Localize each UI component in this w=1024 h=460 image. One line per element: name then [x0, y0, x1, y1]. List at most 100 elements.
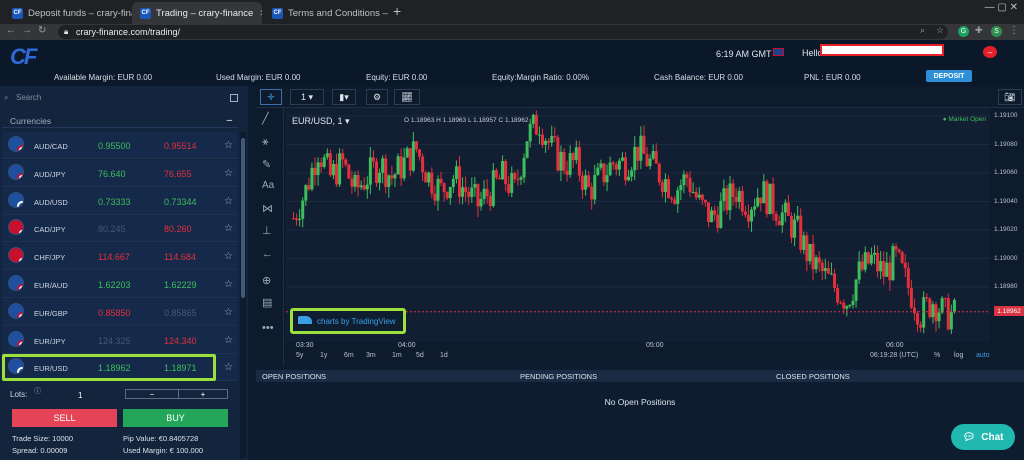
deposit-button[interactable]: DEPOSIT [926, 70, 972, 82]
close-icon[interactable]: ✕ [259, 8, 262, 19]
window-controls[interactable]: — ▢ ✕ [985, 2, 1018, 13]
bid-price[interactable]: 124.325 [98, 336, 131, 346]
ask-price[interactable]: 0.95514 [164, 141, 197, 151]
interval-select[interactable]: 1 ▾ [290, 89, 324, 105]
measure-icon[interactable]: ⊥ [262, 224, 272, 237]
chart-log[interactable]: log [954, 352, 963, 359]
tab-open-positions[interactable]: OPEN POSITIONS [262, 372, 326, 381]
range-1d[interactable]: 1d [440, 352, 448, 359]
list-item-aud-cad[interactable]: AUD/CAD 0.95500 0.95514 ☆ [2, 132, 238, 159]
star-icon[interactable]: ☆ [224, 362, 233, 373]
lots-increase-button[interactable]: + [178, 389, 228, 399]
extension-icon[interactable]: G [958, 26, 969, 37]
browser-tab-deposit[interactable]: CFDeposit funds – crary-finar✕ [4, 2, 132, 24]
star-icon[interactable]: ☆ [224, 140, 233, 151]
gear-icon[interactable]: ⚙ [366, 89, 388, 105]
search-input[interactable]: ⌕ Search [2, 90, 242, 106]
forward-icon[interactable]: → [22, 25, 32, 36]
ask-price[interactable]: 0.85865 [164, 308, 197, 318]
more-icon[interactable]: ••• [262, 322, 274, 334]
star-icon[interactable]: ☆ [224, 196, 233, 207]
checkbox-icon[interactable] [230, 94, 238, 102]
indicators-icon[interactable]: 📈︎ [394, 89, 420, 105]
brush-icon[interactable]: ✎ [262, 158, 271, 171]
chart-percent[interactable]: % [934, 352, 940, 359]
bid-price[interactable]: 1.62203 [98, 280, 131, 290]
range-1m[interactable]: 1m [392, 352, 402, 359]
range-1y[interactable]: 1y [320, 352, 327, 359]
list-item-aud-usd[interactable]: AUD/USD 0.73333 0.73344 ☆ [2, 187, 238, 215]
range-5y[interactable]: 5y [296, 352, 303, 359]
chart-symbol-label[interactable]: EUR/USD, 1 ▾ [292, 116, 350, 127]
range-6m[interactable]: 6m [344, 352, 354, 359]
text-icon[interactable]: Aa [262, 180, 274, 191]
bid-price[interactable]: 76.640 [98, 169, 126, 179]
back-icon[interactable]: ← [6, 25, 16, 36]
browser-tab-terms[interactable]: CFTerms and Conditions – c✕ [264, 2, 390, 24]
list-item-chf-jpy[interactable]: CHF/JPY 114.667 114.684 ☆ [2, 243, 238, 271]
bid-price[interactable]: 0.95500 [98, 141, 131, 151]
ask-price[interactable]: 1.62229 [164, 280, 197, 290]
logo[interactable]: CF [10, 44, 37, 70]
puzzle-icon[interactable]: ✚ [975, 25, 983, 36]
star-icon[interactable]: ☆ [224, 251, 233, 262]
ask-price[interactable]: 80.260 [164, 224, 192, 234]
buy-button[interactable]: BUY [123, 409, 228, 427]
list-item-eur-gbp[interactable]: EUR/GBP 0.85850 0.85865 ☆ [2, 298, 238, 326]
chart-auto[interactable]: auto [976, 352, 990, 359]
star-icon[interactable]: ☆ [224, 335, 233, 346]
zoom-icon[interactable]: ⊕ [262, 274, 271, 287]
crosshair-icon[interactable]: ✛ [260, 89, 282, 105]
tab-pending-positions[interactable]: PENDING POSITIONS [520, 372, 597, 381]
lots-decrease-button[interactable]: − [125, 389, 179, 399]
candle-body [384, 158, 388, 187]
new-tab-button[interactable]: + [393, 3, 401, 19]
bid-price[interactable]: 0.85850 [98, 308, 131, 318]
browser-tab-trading[interactable]: CF Trading – crary-finance ✕ [132, 2, 262, 24]
uk-flag-icon[interactable] [773, 48, 784, 56]
chat-button[interactable]: 💬︎ Chat [951, 424, 1015, 450]
collapse-icon[interactable]: – [226, 114, 232, 128]
camera-icon[interactable]: 📷︎ [998, 89, 1022, 105]
list-item-eur-jpy[interactable]: EUR/JPY 124.325 124.340 ☆ [2, 326, 238, 354]
info-icon[interactable]: ⓘ [34, 386, 41, 396]
bid-price[interactable]: 80.245 [98, 224, 126, 234]
star-icon[interactable]: ☆ [224, 307, 233, 318]
ruler-icon[interactable]: ▤ [262, 296, 272, 309]
url-field[interactable]: 🔒︎ crary-finance.com/trading/ [58, 25, 948, 39]
candles-icon[interactable]: ▮▾ [332, 89, 356, 105]
list-item-aud-jpy[interactable]: AUD/JPY 76.640 76.655 ☆ [2, 159, 238, 187]
star-icon[interactable]: ☆ [224, 279, 233, 290]
star-icon[interactable]: ☆ [224, 223, 233, 234]
ask-price[interactable]: 124.340 [164, 336, 197, 346]
trend-line-icon[interactable]: ╱ [262, 112, 269, 125]
notification-bell-icon[interactable]: – [983, 46, 997, 58]
sell-button[interactable]: SELL [12, 409, 117, 427]
currencies-header[interactable]: Currencies – [2, 114, 238, 128]
scrollbar-thumb[interactable] [241, 138, 245, 298]
ask-price[interactable]: 114.684 [164, 252, 196, 262]
ask-price[interactable]: 76.655 [164, 169, 192, 179]
equity-margin-ratio: Equity:Margin Ratio: 0.00% [492, 73, 589, 82]
bid-price[interactable]: 0.73333 [98, 197, 131, 207]
range-3m[interactable]: 3m [366, 352, 376, 359]
time-axis[interactable]: 03:30 04:00 05:00 06:00 [286, 342, 990, 350]
reload-icon[interactable]: ↻ [38, 25, 46, 36]
ask-price[interactable]: 0.73344 [164, 197, 197, 207]
price-chart[interactable]: EUR/USD, 1 ▾ O 1.18963 H 1.18963 L 1.189… [286, 108, 990, 342]
range-5d[interactable]: 5d [416, 352, 424, 359]
menu-icon[interactable]: ⋮ [1009, 25, 1019, 36]
username-redacted [820, 44, 944, 56]
arrow-icon[interactable]: ← [262, 248, 273, 260]
bid-price[interactable]: 114.667 [98, 252, 130, 262]
fib-icon[interactable]: ⚹ [262, 136, 269, 149]
star-icon[interactable]: ☆ [224, 168, 233, 179]
lots-input[interactable]: 1 [78, 391, 82, 400]
zoom-icon[interactable]: ⌕ [920, 25, 925, 36]
profile-avatar[interactable]: S [991, 26, 1002, 37]
list-item-eur-aud[interactable]: EUR/AUD 1.62203 1.62229 ☆ [2, 271, 238, 298]
bookmark-star-icon[interactable]: ☆ [936, 25, 944, 36]
list-item-cad-jpy[interactable]: CAD/JPY 80.245 80.260 ☆ [2, 215, 238, 243]
pattern-icon[interactable]: ⋈ [262, 202, 273, 215]
tab-closed-positions[interactable]: CLOSED POSITIONS [776, 372, 850, 381]
